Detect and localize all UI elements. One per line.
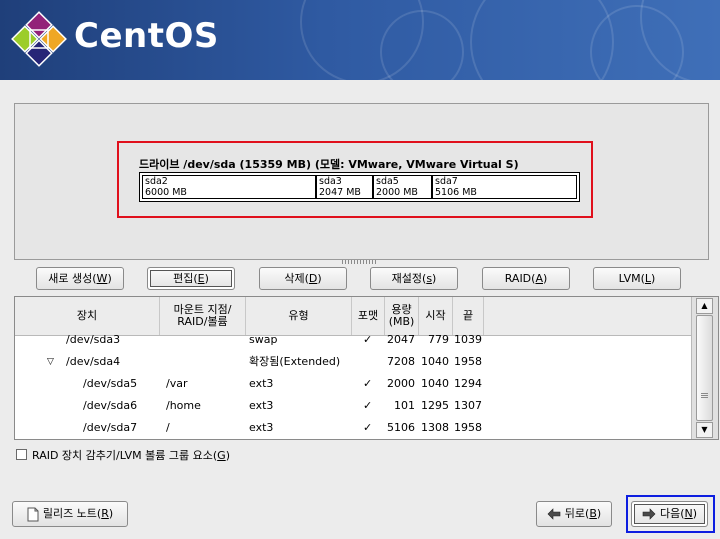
partition-segment[interactable]: sda2 6000 MB [142, 175, 316, 199]
scroll-grip [701, 393, 708, 399]
table-row[interactable]: /dev/sda6 /home ext3 ✓ 101 1295 1307 [15, 395, 691, 417]
centos-logo-icon [11, 11, 67, 67]
cell-type: 확장됨(Extended) [249, 355, 341, 368]
cell-type: ext3 [249, 421, 274, 434]
edit-button[interactable]: 편집(E) [147, 267, 235, 290]
drive-label: 드라이브 /dev/sda (15359 MB) (모델: VMware, VM… [139, 158, 519, 171]
table-row[interactable]: ▽ /dev/sda4 확장됨(Extended) 7208 1040 1958 [15, 351, 691, 373]
scroll-up-icon[interactable]: ▲ [696, 298, 713, 314]
segment-name: sda5 [376, 176, 399, 187]
cell-type: ext3 [249, 377, 274, 390]
segment-size: 2000 MB [376, 187, 418, 198]
cell-size: 2000 [387, 377, 415, 390]
size-header-line2: (MB) [388, 315, 415, 328]
back-button[interactable]: 뒤로(B) [536, 501, 612, 527]
segment-size: 5106 MB [435, 187, 477, 198]
cell-end: 1039 [454, 333, 482, 346]
cell-size: 2047 [387, 333, 415, 346]
segment-size: 6000 MB [145, 187, 187, 198]
cell-device: /dev/sda3 [66, 333, 121, 346]
cell-device: /dev/sda4 [66, 355, 121, 368]
cell-device: /dev/sda6 [83, 399, 138, 412]
scroll-down-icon[interactable]: ▼ [696, 422, 713, 438]
cell-format-check: ✓ [363, 333, 373, 346]
cell-size: 5106 [387, 421, 415, 434]
hide-raid-checkbox[interactable] [16, 449, 27, 460]
cell-start: 1040 [421, 355, 449, 368]
table-scrollbar[interactable]: ▲ ▼ [691, 297, 718, 439]
banner-swirl [380, 10, 464, 80]
cell-type: swap [249, 333, 278, 346]
segment-name: sda2 [145, 176, 168, 187]
cell-size: 7208 [387, 355, 415, 368]
hide-raid-label[interactable]: RAID 장치 감추기/LVM 볼륨 그룹 요소(G) [32, 447, 230, 463]
cell-end: 1958 [454, 355, 482, 368]
cell-device: /dev/sda5 [83, 377, 138, 390]
cell-format-check: ✓ [363, 421, 373, 434]
highlight-box-blue [626, 495, 715, 533]
mount-header-line2: RAID/볼륨 [177, 315, 228, 328]
cell-mount: /home [166, 399, 201, 412]
raid-button[interactable]: RAID(A) [482, 267, 570, 290]
table-row[interactable]: /dev/sda7 / ext3 ✓ 5106 1308 1958 [15, 417, 691, 439]
partition-segment[interactable]: sda3 2047 MB [316, 175, 373, 199]
pane-resize-grip[interactable] [342, 260, 376, 264]
lvm-button[interactable]: LVM(L) [593, 267, 681, 290]
cell-mount: / [166, 421, 170, 434]
drive-partition-bar: sda2 6000 MB sda3 2047 MB sda5 2000 MB s… [139, 172, 580, 202]
partition-segment[interactable]: sda5 2000 MB [373, 175, 432, 199]
table-row[interactable]: /dev/sda5 /var ext3 ✓ 2000 1040 1294 [15, 373, 691, 395]
cell-device: /dev/sda7 [83, 421, 138, 434]
new-button[interactable]: 새로 생성(W) [36, 267, 124, 290]
header-banner: CentOS [0, 0, 720, 80]
partition-segment[interactable]: sda7 5106 MB [432, 175, 577, 199]
segment-name: sda3 [319, 176, 342, 187]
cell-mount: /var [166, 377, 188, 390]
cell-start: 1040 [421, 377, 449, 390]
brand-title: CentOS [74, 16, 219, 56]
cell-end: 1958 [454, 421, 482, 434]
cell-end: 1307 [454, 399, 482, 412]
cell-end: 1294 [454, 377, 482, 390]
cell-format-check: ✓ [363, 377, 373, 390]
arrow-left-icon [547, 508, 561, 520]
cell-type: ext3 [249, 399, 274, 412]
segment-name: sda7 [435, 176, 458, 187]
cell-size: 101 [394, 399, 415, 412]
cell-format-check: ✓ [363, 399, 373, 412]
cell-start: 1308 [421, 421, 449, 434]
expander-arrow-icon[interactable]: ▽ [47, 351, 54, 373]
segment-size: 2047 MB [319, 187, 361, 198]
table-row[interactable]: /dev/sda3 swap ✓ 2047 779 1039 [15, 329, 691, 351]
partition-table[interactable]: 장치 마운트 지점/RAID/볼륨 유형 포맷 용량 (MB) 시작 끝 /dev… [14, 296, 719, 440]
scroll-thumb[interactable] [696, 315, 713, 421]
delete-button[interactable]: 삭제(D) [259, 267, 347, 290]
cell-start: 779 [428, 333, 449, 346]
release-notes-button[interactable]: 릴리즈 노트(R) [12, 501, 128, 527]
document-icon [27, 507, 39, 521]
reset-button[interactable]: 재설정(s) [370, 267, 458, 290]
cell-start: 1295 [421, 399, 449, 412]
